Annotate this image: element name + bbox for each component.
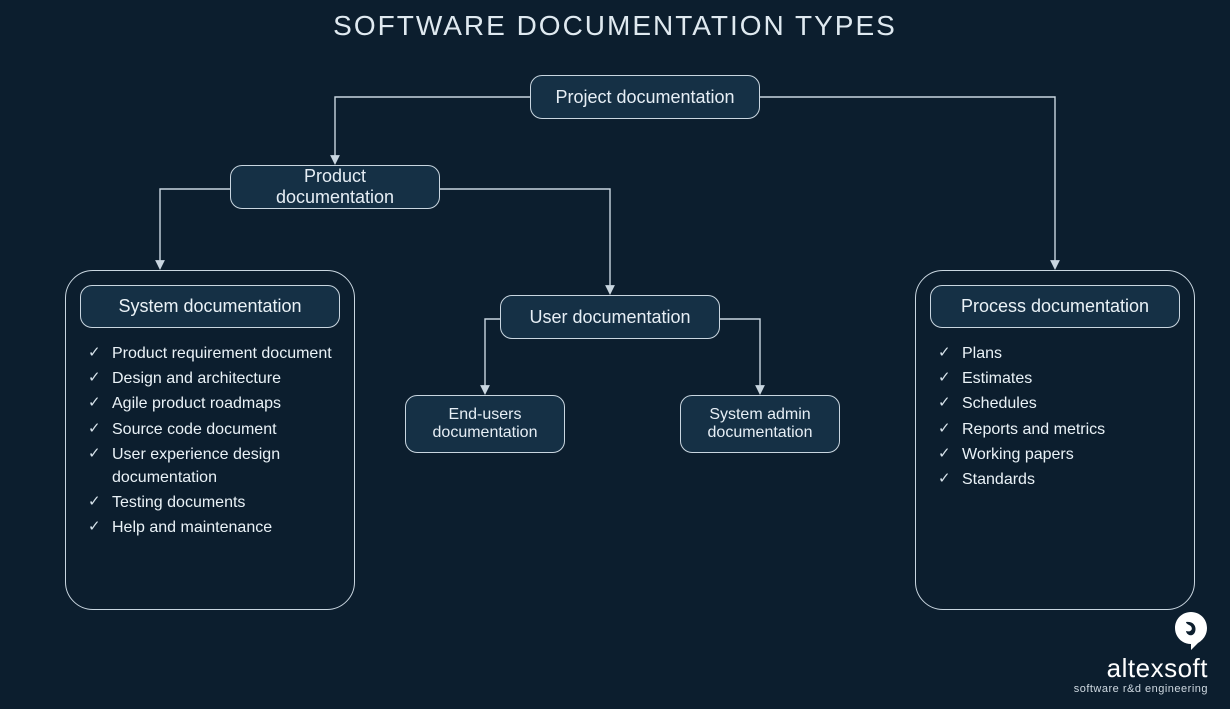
node-label: System admin documentation [699, 406, 821, 442]
node-sysadmin-documentation: System admin documentation [680, 395, 840, 453]
list-item: Product requirement document [86, 342, 340, 365]
list-item: Testing documents [86, 491, 340, 514]
panel-list-process: Plans Estimates Schedules Reports and me… [930, 342, 1180, 491]
node-endusers-documentation: End-users documentation [405, 395, 565, 453]
node-label: Product documentation [249, 166, 421, 208]
node-product-documentation: Product documentation [230, 165, 440, 209]
list-item: Reports and metrics [936, 418, 1180, 441]
node-label: Project documentation [555, 87, 734, 108]
node-user-documentation: User documentation [500, 295, 720, 339]
altexsoft-logo: altexsoft software r&d engineering [1074, 611, 1208, 695]
logo-mark-icon [1174, 611, 1208, 651]
list-item: User experience design documentation [86, 443, 340, 489]
list-item: Design and architecture [86, 367, 340, 390]
panel-list-system: Product requirement document Design and … [80, 342, 340, 540]
list-item: Schedules [936, 392, 1180, 415]
panel-title-process: Process documentation [930, 285, 1180, 328]
panel-process-documentation: Process documentation Plans Estimates Sc… [915, 270, 1195, 610]
list-item: Source code document [86, 418, 340, 441]
list-item: Estimates [936, 367, 1180, 390]
list-item: Working papers [936, 443, 1180, 466]
list-item: Help and maintenance [86, 516, 340, 539]
logo-tagline: software r&d engineering [1074, 683, 1208, 695]
panel-system-documentation: System documentation Product requirement… [65, 270, 355, 610]
diagram-title: SOFTWARE DOCUMENTATION TYPES [0, 10, 1230, 42]
list-item: Standards [936, 468, 1180, 491]
node-label: End-users documentation [424, 406, 546, 442]
panel-title-system: System documentation [80, 285, 340, 328]
list-item: Agile product roadmaps [86, 392, 340, 415]
logo-brand-text: altexsoft [1074, 655, 1208, 681]
node-project-documentation: Project documentation [530, 75, 760, 119]
node-label: User documentation [529, 307, 690, 328]
list-item: Plans [936, 342, 1180, 365]
